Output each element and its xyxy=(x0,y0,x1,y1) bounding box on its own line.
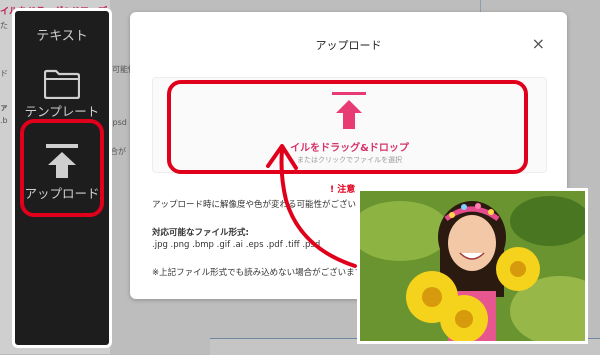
left-sidebar: テキスト テンプレート アップロード xyxy=(12,8,112,348)
background-text: 合が xyxy=(110,147,126,156)
footnote-text: ※上記ファイル形式でも読み込めない場合がございます xyxy=(152,268,364,278)
formats-heading: 対応可能なファイル形式: xyxy=(152,228,249,238)
folder-icon xyxy=(44,69,80,99)
sidebar-item-template[interactable]: テンプレート xyxy=(15,65,109,121)
drop-zone-highlight-frame xyxy=(167,80,528,174)
warning-text: アップロード時に解像度や色が変わる可能性がございます xyxy=(152,200,374,210)
background-text: ド xyxy=(0,69,8,78)
formats-list: .jpg .png .bmp .gif .ai .eps .pdf .tiff … xyxy=(152,240,321,250)
photo-girl-with-flowers xyxy=(360,191,585,341)
background-text: .psd xyxy=(110,118,127,127)
upload-highlight-frame xyxy=(20,119,104,217)
dragged-photo[interactable] xyxy=(357,188,588,344)
sidebar-item-label: テンプレート xyxy=(24,104,100,119)
notice-label: ! 注意 xyxy=(330,185,356,195)
close-icon[interactable]: × xyxy=(532,36,545,52)
background-text: .b xyxy=(0,116,8,125)
background-text: た xyxy=(0,21,8,30)
background-text: ァ xyxy=(0,103,8,112)
modal-title: アップロード xyxy=(315,39,382,52)
sidebar-item-text[interactable]: テキスト xyxy=(15,25,109,44)
